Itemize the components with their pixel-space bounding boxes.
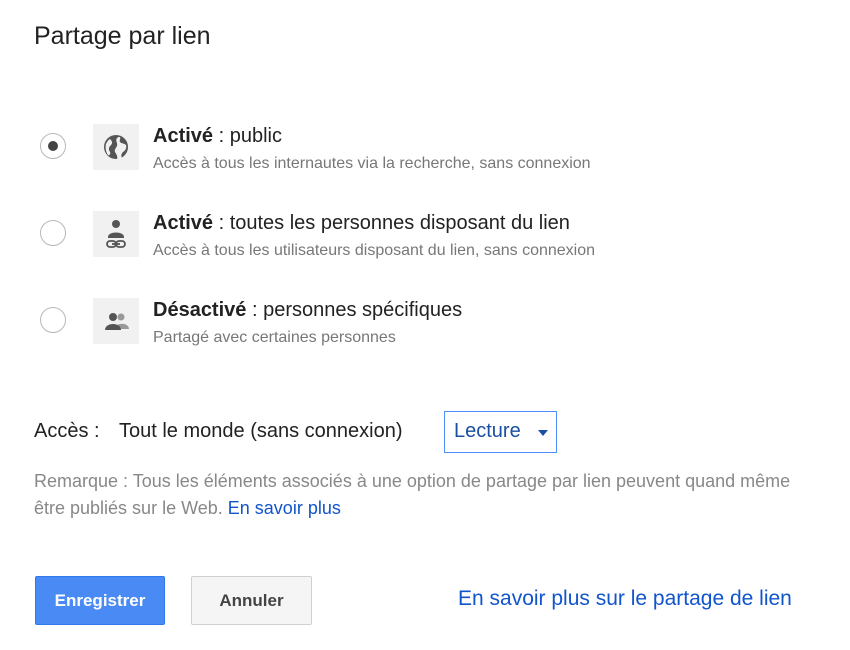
- option-anyone-with-link[interactable]: Activé : toutes les personnes disposant …: [40, 211, 800, 267]
- option-specific-people-description: Partagé avec certaines personnes: [153, 329, 396, 346]
- cancel-button[interactable]: Annuler: [191, 576, 312, 625]
- radio-specific-people[interactable]: [40, 307, 66, 333]
- option-specific-people[interactable]: Désactivé : personnes spécifiques Partag…: [40, 298, 800, 354]
- radio-anyone-with-link[interactable]: [40, 220, 66, 246]
- sharing-note: Remarque : Tous les éléments associés à …: [34, 468, 814, 522]
- access-level-label: Lecture: [454, 420, 521, 442]
- dialog-title: Partage par lien: [34, 22, 211, 50]
- people-icon: [93, 298, 139, 344]
- sharing-note-text: Remarque : Tous les éléments associés à …: [34, 471, 791, 518]
- option-public-description: Accès à tous les internautes via la rech…: [153, 155, 591, 172]
- option-public-title: Activé : public: [153, 125, 282, 147]
- option-anyone-with-link-title: Activé : toutes les personnes disposant …: [153, 212, 570, 234]
- radio-selected-dot: [48, 141, 58, 151]
- learn-more-link-sharing[interactable]: En savoir plus sur le partage de lien: [458, 587, 792, 611]
- person-link-icon: [93, 211, 139, 257]
- access-value: Tout le monde (sans connexion): [119, 420, 403, 442]
- option-anyone-with-link-description: Accès à tous les utilisateurs disposant …: [153, 242, 596, 259]
- learn-more-link[interactable]: En savoir plus: [228, 498, 341, 518]
- link-sharing-dialog: Partage par lien Activé : public Accès à…: [0, 0, 850, 650]
- save-button[interactable]: Enregistrer: [35, 576, 165, 625]
- option-specific-people-title: Désactivé : personnes spécifiques: [153, 299, 463, 321]
- radio-public[interactable]: [40, 133, 66, 159]
- option-public[interactable]: Activé : public Accès à tous les interna…: [40, 124, 800, 180]
- dropdown-arrow-icon: [538, 430, 548, 436]
- access-label: Accès :: [34, 420, 100, 442]
- globe-icon: [93, 124, 139, 170]
- access-level-dropdown[interactable]: Lecture: [444, 411, 557, 453]
